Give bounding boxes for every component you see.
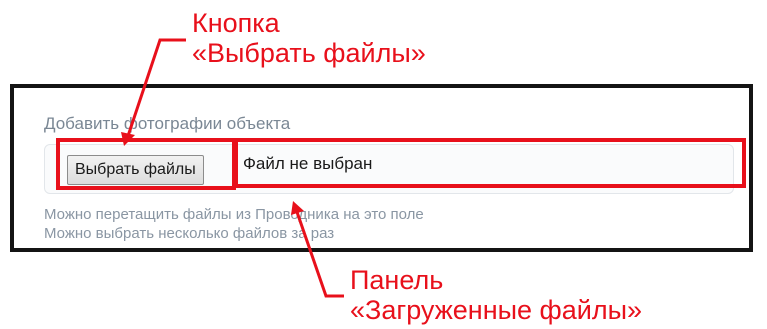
callout-line-2: «Загруженные файлы» <box>350 295 643 325</box>
panel-callout-arrowhead <box>291 201 304 215</box>
button-callout-arrowhead <box>121 132 135 146</box>
button-callout-line <box>126 38 186 137</box>
uploaded-files-panel-callout: Панель «Загруженные файлы» <box>350 265 642 325</box>
callout-line-1: Панель <box>350 265 444 295</box>
panel-callout-line <box>295 211 344 298</box>
